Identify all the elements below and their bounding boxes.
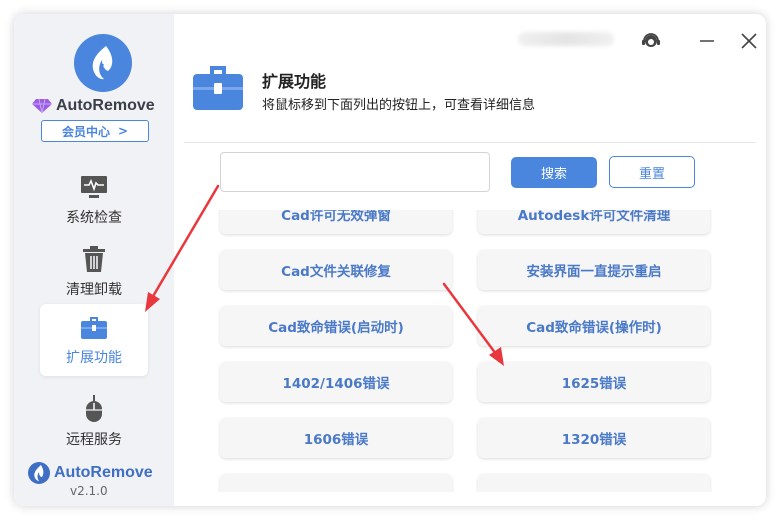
tool-button[interactable]: 安装界面一直提示重启: [478, 250, 710, 290]
minimize-icon: [700, 40, 714, 42]
app-logo: [74, 34, 132, 92]
headset-icon: [642, 33, 660, 47]
tool-button-partial[interactable]: [478, 474, 710, 492]
header-divider: [184, 142, 756, 143]
support-button[interactable]: [640, 30, 662, 52]
tool-button[interactable]: 1606错误: [220, 418, 452, 458]
sidebar-item-extensions[interactable]: 扩展功能: [40, 304, 148, 376]
minimize-button[interactable]: [696, 30, 718, 52]
tool-button[interactable]: 1320错误: [478, 418, 710, 458]
flame-logo-icon: [92, 46, 113, 80]
tool-button[interactable]: Autodesk许可文件清理: [478, 210, 710, 234]
tool-button[interactable]: Cad致命错误(启动时): [220, 306, 452, 346]
toolbox-icon: [81, 317, 107, 339]
page-title: 扩展功能: [262, 72, 327, 91]
tool-list[interactable]: Cad许可无效弹窗 Autodesk许可文件清理 Cad文件关联修复 安装界面一…: [174, 210, 766, 492]
tool-button[interactable]: 1402/1406错误: [220, 362, 452, 402]
tool-button[interactable]: Cad致命错误(操作时): [478, 306, 710, 346]
sidebar-item-cleanup[interactable]: 清理卸载: [40, 236, 148, 308]
tool-button-partial[interactable]: [220, 474, 452, 492]
page-subtitle: 将鼠标移到下面列出的按钮上，可查看详细信息: [262, 98, 536, 113]
chevron-right-icon: >: [117, 124, 129, 138]
footer-brand: AutoRemove: [28, 462, 168, 484]
sidebar: AutoRemove 会员中心 > 系统检查 清理卸载 扩展功能 远程服务 Au…: [14, 14, 174, 506]
search-button[interactable]: 搜索: [511, 157, 597, 188]
member-center-button[interactable]: 会员中心 >: [41, 120, 149, 142]
brand-row: AutoRemove: [32, 96, 172, 116]
close-icon: [741, 33, 757, 49]
diamond-icon: [32, 98, 52, 114]
flame-logo-icon: [28, 462, 50, 484]
footer-brand-name: AutoRemove: [54, 464, 153, 481]
sidebar-item-system-check[interactable]: 系统检查: [40, 164, 148, 236]
toolbox-icon: [193, 66, 243, 110]
app-window: AutoRemove 会员中心 > 系统检查 清理卸载 扩展功能 远程服务 Au…: [14, 14, 766, 506]
monitor-icon: [81, 176, 107, 198]
tool-button[interactable]: Cad文件关联修复: [220, 250, 452, 290]
mouse-icon: [86, 395, 102, 422]
sidebar-item-label: 扩展功能: [66, 350, 122, 366]
sidebar-item-label: 系统检查: [66, 210, 122, 226]
blurred-username: [518, 32, 614, 46]
sidebar-item-label: 清理卸载: [66, 282, 122, 298]
member-center-label: 会员中心: [61, 124, 110, 139]
close-button[interactable]: [738, 30, 760, 52]
tool-button[interactable]: Cad许可无效弹窗: [220, 210, 452, 234]
brand-name: AutoRemove: [56, 97, 155, 114]
search-input[interactable]: [220, 152, 490, 192]
reset-button[interactable]: 重置: [609, 156, 695, 188]
version-label: v2.1.0: [70, 484, 108, 498]
main-panel: 扩展功能 将鼠标移到下面列出的按钮上，可查看详细信息 搜索 重置 Cad许可无效…: [174, 14, 766, 506]
trash-icon: [83, 246, 105, 272]
tool-button[interactable]: 1625错误: [478, 362, 710, 402]
sidebar-item-label: 远程服务: [66, 432, 122, 448]
sidebar-item-remote[interactable]: 远程服务: [40, 386, 148, 458]
